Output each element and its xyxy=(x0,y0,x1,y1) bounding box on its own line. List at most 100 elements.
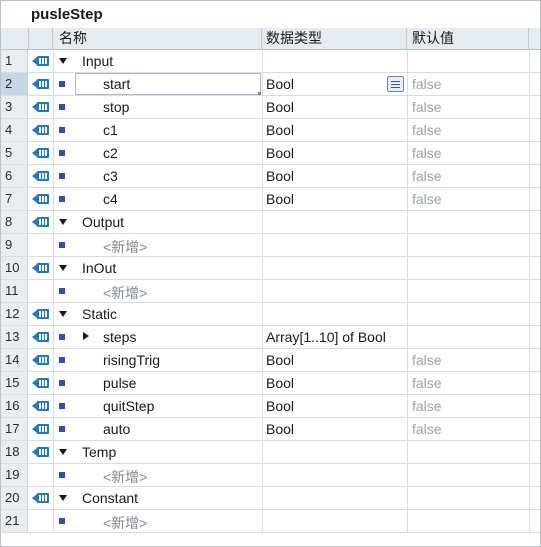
add-new-placeholder[interactable]: <新增> xyxy=(103,467,147,487)
row-number[interactable]: 19 xyxy=(1,464,28,486)
section-name[interactable]: Constant xyxy=(82,490,138,506)
divider xyxy=(53,188,54,210)
expand-triangle-icon[interactable] xyxy=(59,495,67,501)
member-datatype[interactable]: Bool xyxy=(266,99,294,115)
member-default-value[interactable]: false xyxy=(412,352,442,368)
row-number[interactable]: 2 xyxy=(1,73,28,95)
member-name[interactable]: c2 xyxy=(103,145,118,161)
table-row[interactable]: 15 pulse Bool false xyxy=(1,372,540,395)
add-new-placeholder[interactable]: <新增> xyxy=(103,513,147,533)
table-row[interactable]: 20 Constant xyxy=(1,487,540,510)
row-number[interactable]: 18 xyxy=(1,441,28,463)
type-picker-icon[interactable] xyxy=(387,76,404,92)
header-datatype[interactable]: 数据类型 xyxy=(262,28,407,49)
row-number[interactable]: 9 xyxy=(1,234,28,256)
table-row[interactable]: 19 <新增> xyxy=(1,464,540,487)
divider xyxy=(407,395,408,417)
collapsed-triangle-icon[interactable] xyxy=(83,332,89,340)
section-name[interactable]: Static xyxy=(82,306,117,322)
member-default-value[interactable]: false xyxy=(412,76,442,92)
member-default-value[interactable]: false xyxy=(412,168,442,184)
table-row[interactable]: 11 <新增> xyxy=(1,280,540,303)
member-default-value[interactable]: false xyxy=(412,375,442,391)
table-row[interactable]: 4 c1 Bool false xyxy=(1,119,540,142)
member-datatype[interactable]: Bool xyxy=(266,352,294,368)
row-number[interactable]: 11 xyxy=(1,280,28,302)
member-name[interactable]: c1 xyxy=(103,122,118,138)
expand-triangle-icon[interactable] xyxy=(59,58,67,64)
member-datatype[interactable]: Bool xyxy=(266,375,294,391)
table-row[interactable]: 17 auto Bool false xyxy=(1,418,540,441)
divider xyxy=(529,418,530,440)
member-datatype[interactable]: Bool xyxy=(266,145,294,161)
member-name[interactable]: pulse xyxy=(103,375,136,391)
table-row[interactable]: 10 InOut xyxy=(1,257,540,280)
section-name[interactable]: Input xyxy=(82,53,113,69)
member-name[interactable]: auto xyxy=(103,421,130,437)
row-number[interactable]: 14 xyxy=(1,349,28,371)
table-row[interactable]: 14 risingTrig Bool false xyxy=(1,349,540,372)
row-number[interactable]: 12 xyxy=(1,303,28,325)
member-name[interactable]: risingTrig xyxy=(103,352,160,368)
row-number[interactable]: 15 xyxy=(1,372,28,394)
row-number[interactable]: 10 xyxy=(1,257,28,279)
member-name[interactable]: stop xyxy=(103,99,129,115)
member-datatype[interactable]: Bool xyxy=(266,398,294,414)
section-name[interactable]: InOut xyxy=(82,260,116,276)
member-default-value[interactable]: false xyxy=(412,421,442,437)
member-datatype[interactable]: Bool xyxy=(266,122,294,138)
table-row[interactable]: 18 Temp xyxy=(1,441,540,464)
table-row[interactable]: 12 Static xyxy=(1,303,540,326)
member-name[interactable]: steps xyxy=(103,329,136,345)
table-row[interactable]: 1 Input xyxy=(1,50,540,73)
table-row[interactable]: 7 c4 Bool false xyxy=(1,188,540,211)
member-name[interactable]: quitStep xyxy=(103,398,154,414)
member-name[interactable]: c4 xyxy=(103,191,118,207)
member-default-value[interactable]: false xyxy=(412,145,442,161)
member-default-value[interactable]: false xyxy=(412,398,442,414)
member-default-value[interactable]: false xyxy=(412,122,442,138)
divider xyxy=(407,142,408,164)
row-number[interactable]: 1 xyxy=(1,50,28,72)
member-datatype[interactable]: Bool xyxy=(266,191,294,207)
member-default-value[interactable]: false xyxy=(412,99,442,115)
header-name[interactable]: 名称 xyxy=(53,28,262,49)
table-row[interactable]: 3 stop Bool false xyxy=(1,96,540,119)
member-datatype[interactable]: Bool xyxy=(266,168,294,184)
row-number[interactable]: 5 xyxy=(1,142,28,164)
row-number[interactable]: 7 xyxy=(1,188,28,210)
expand-triangle-icon[interactable] xyxy=(59,449,67,455)
row-number[interactable]: 3 xyxy=(1,96,28,118)
member-default-value[interactable]: false xyxy=(412,191,442,207)
member-datatype[interactable]: Bool xyxy=(266,76,294,92)
table-row[interactable]: 13 steps Array[1..10] of Bool xyxy=(1,326,540,349)
table-row[interactable]: 2 start Bool false xyxy=(1,73,540,96)
table-row[interactable]: 6 c3 Bool false xyxy=(1,165,540,188)
table-row[interactable]: 21 <新增> xyxy=(1,510,540,533)
member-datatype[interactable]: Bool xyxy=(266,421,294,437)
add-new-placeholder[interactable]: <新增> xyxy=(103,237,147,257)
header-default[interactable]: 默认值 xyxy=(407,28,529,49)
row-number[interactable]: 16 xyxy=(1,395,28,417)
divider xyxy=(53,326,54,348)
row-number[interactable]: 13 xyxy=(1,326,28,348)
member-datatype[interactable]: Array[1..10] of Bool xyxy=(266,329,386,345)
row-number[interactable]: 4 xyxy=(1,119,28,141)
expand-triangle-icon[interactable] xyxy=(59,265,67,271)
table-row[interactable]: 9 <新增> xyxy=(1,234,540,257)
member-name[interactable]: c3 xyxy=(103,168,118,184)
section-name[interactable]: Output xyxy=(82,214,124,230)
section-name[interactable]: Temp xyxy=(82,444,116,460)
row-number[interactable]: 6 xyxy=(1,165,28,187)
table-row[interactable]: 16 quitStep Bool false xyxy=(1,395,540,418)
row-number[interactable]: 20 xyxy=(1,487,28,509)
row-number[interactable]: 17 xyxy=(1,418,28,440)
expand-triangle-icon[interactable] xyxy=(59,311,67,317)
member-name[interactable]: start xyxy=(103,76,130,92)
table-row[interactable]: 5 c2 Bool false xyxy=(1,142,540,165)
expand-triangle-icon[interactable] xyxy=(59,219,67,225)
row-number[interactable]: 8 xyxy=(1,211,28,233)
row-number[interactable]: 21 xyxy=(1,510,28,532)
table-row[interactable]: 8 Output xyxy=(1,211,540,234)
add-new-placeholder[interactable]: <新增> xyxy=(103,283,147,303)
